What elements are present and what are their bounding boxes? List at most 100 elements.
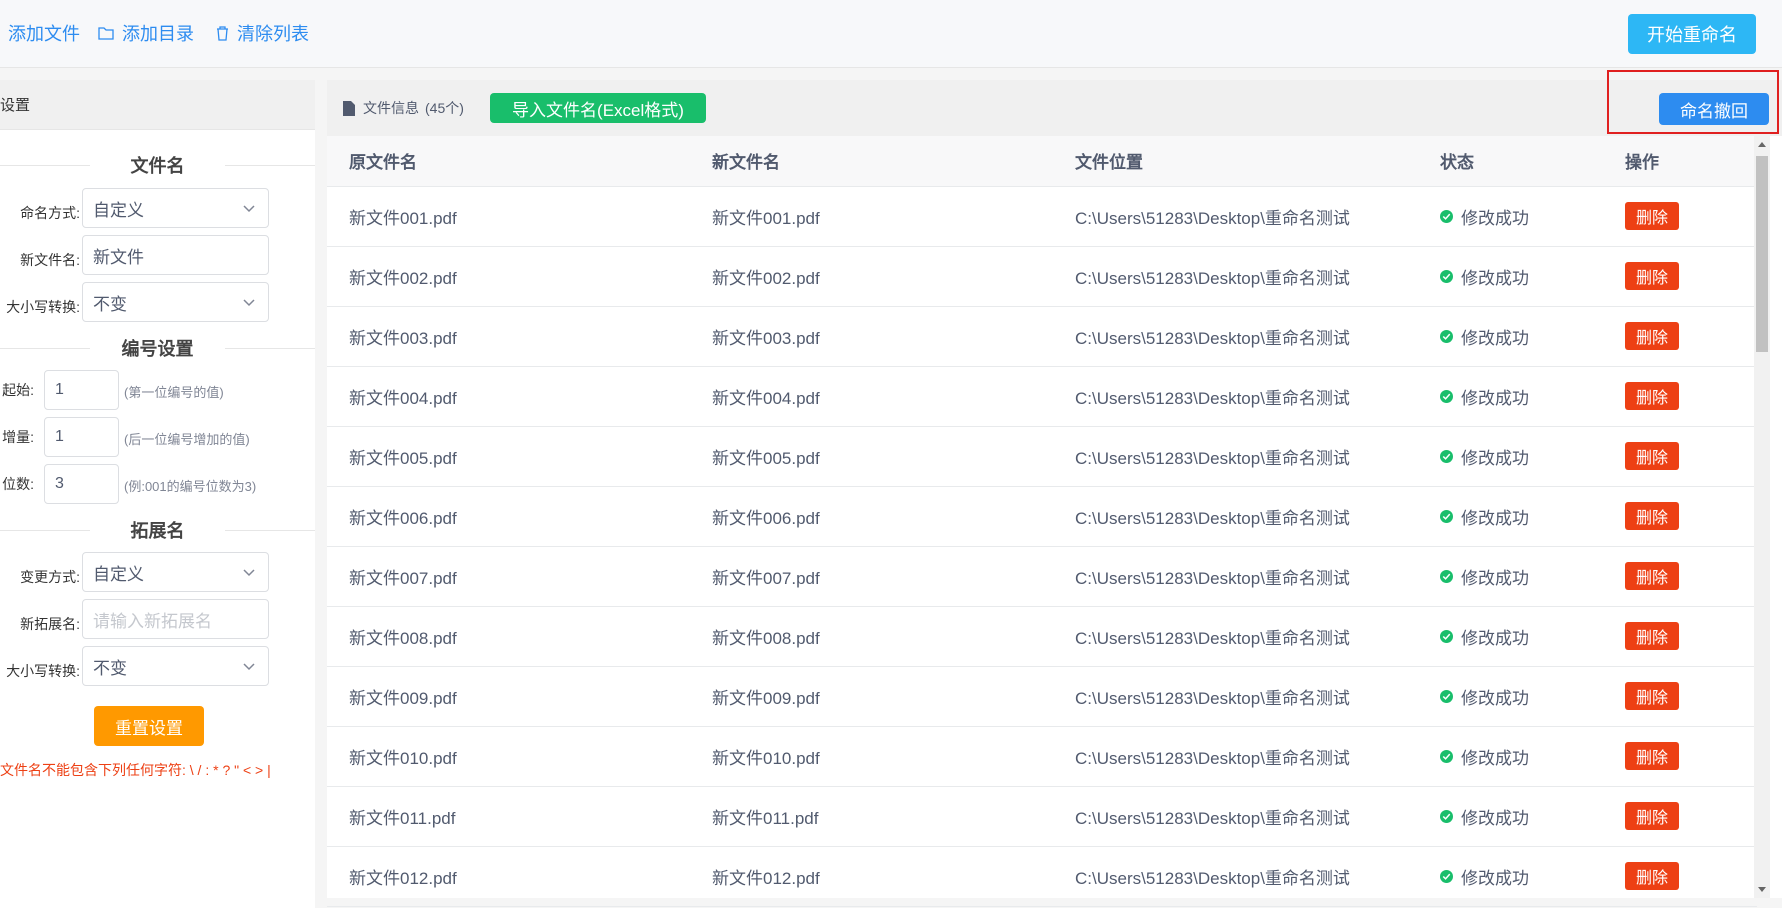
status-text: 修改成功 — [1461, 328, 1529, 348]
col-status[interactable]: 状态 — [1418, 136, 1603, 187]
table-row[interactable]: 新文件006.pdf 新文件006.pdf C:\Users\51283\Deskt… — [327, 486, 1757, 547]
table-row[interactable]: 新文件011.pdf 新文件011.pdf C:\Users\51283\Deskt… — [327, 786, 1757, 847]
col-location[interactable]: 文件位置 — [1053, 136, 1418, 187]
import-excel-button[interactable]: 导入文件名(Excel格式) — [490, 93, 706, 123]
file-info: 文件信息 (45个) — [343, 98, 464, 118]
action-cell: 删除 — [1603, 186, 1757, 247]
delete-button[interactable]: 删除 — [1625, 382, 1679, 410]
start-value: 1 — [55, 381, 64, 398]
undo-rename-button[interactable]: 命名撤回 — [1659, 93, 1769, 125]
status-cell: 修改成功 — [1418, 486, 1603, 547]
reset-settings-button[interactable]: 重置设置 — [94, 706, 204, 746]
scroll-up-arrow[interactable] — [1758, 142, 1766, 147]
status-text: 修改成功 — [1461, 448, 1529, 468]
table-row[interactable]: 新文件008.pdf 新文件008.pdf C:\Users\51283\Deskt… — [327, 606, 1757, 667]
delete-button[interactable]: 删除 — [1625, 622, 1679, 650]
check-circle-icon — [1440, 869, 1453, 883]
clear-list-button[interactable]: 清除列表 — [216, 20, 309, 46]
check-circle-icon — [1440, 389, 1453, 403]
new-ext-input[interactable]: 请输入新拓展名 — [82, 599, 269, 639]
original-name-cell: 新文件008.pdf — [327, 606, 690, 667]
action-cell: 删除 — [1603, 846, 1757, 907]
original-name-cell: 新文件004.pdf — [327, 366, 690, 427]
table-row[interactable]: 新文件004.pdf 新文件004.pdf C:\Users\51283\Deskt… — [327, 366, 1757, 427]
check-circle-icon — [1440, 629, 1453, 643]
status-text: 修改成功 — [1461, 628, 1529, 648]
table-row[interactable]: 新文件010.pdf 新文件010.pdf C:\Users\51283\Deskt… — [327, 726, 1757, 787]
delete-button[interactable]: 删除 — [1625, 202, 1679, 230]
case-label: 大小写转换: — [6, 299, 80, 315]
status-text: 修改成功 — [1461, 688, 1529, 708]
status-cell: 修改成功 — [1418, 186, 1603, 247]
add-file-button[interactable]: 添加文件 — [8, 20, 80, 46]
table-row[interactable]: 新文件007.pdf 新文件007.pdf C:\Users\51283\Deskt… — [327, 546, 1757, 607]
start-hint: (第一位编号的值) — [124, 385, 224, 400]
file-count: (45个) — [425, 100, 464, 116]
change-method-select[interactable]: 自定义 — [82, 552, 269, 592]
ext-case-label: 大小写转换: — [6, 663, 80, 679]
location-cell: C:\Users\51283\Desktop\重命名测试 — [1053, 186, 1418, 247]
col-original-name[interactable]: 原文件名 — [327, 136, 690, 187]
new-name-cell: 新文件006.pdf — [690, 486, 1053, 547]
case-select[interactable]: 不变 — [82, 282, 269, 322]
location-cell: C:\Users\51283\Desktop\重命名测试 — [1053, 246, 1418, 307]
table-row[interactable]: 新文件005.pdf 新文件005.pdf C:\Users\51283\Deskt… — [327, 426, 1757, 487]
delete-button[interactable]: 删除 — [1625, 442, 1679, 470]
status-cell: 修改成功 — [1418, 426, 1603, 487]
delete-button[interactable]: 删除 — [1625, 562, 1679, 590]
case-value: 不变 — [93, 294, 127, 314]
original-name-cell: 新文件006.pdf — [327, 486, 690, 547]
delete-button[interactable]: 删除 — [1625, 322, 1679, 350]
check-circle-icon — [1440, 449, 1453, 463]
scroll-thumb[interactable] — [1756, 156, 1768, 352]
digits-input[interactable]: 3 — [44, 464, 119, 504]
delete-button[interactable]: 删除 — [1625, 502, 1679, 530]
digits-label: 位数: — [2, 476, 34, 492]
table-row[interactable]: 新文件001.pdf 新文件001.pdf C:\Users\51283\Deskt… — [327, 186, 1757, 247]
delete-button[interactable]: 删除 — [1625, 742, 1679, 770]
delete-button[interactable]: 删除 — [1625, 682, 1679, 710]
location-cell: C:\Users\51283\Desktop\重命名测试 — [1053, 726, 1418, 787]
new-name-cell: 新文件001.pdf — [690, 186, 1053, 247]
new-ext-placeholder: 请输入新拓展名 — [93, 611, 212, 631]
step-input[interactable]: 1 — [44, 417, 119, 457]
col-new-name[interactable]: 新文件名 — [690, 136, 1053, 187]
new-filename-label: 新文件名: — [20, 252, 80, 268]
add-file-label: 添加文件 — [8, 24, 80, 44]
action-cell: 删除 — [1603, 666, 1757, 727]
table-scrollbar[interactable] — [1754, 136, 1770, 898]
clear-list-label: 清除列表 — [237, 24, 309, 44]
delete-button[interactable]: 删除 — [1625, 802, 1679, 830]
new-name-cell: 新文件012.pdf — [690, 846, 1053, 907]
status-cell: 修改成功 — [1418, 546, 1603, 607]
table-row[interactable]: 新文件009.pdf 新文件009.pdf C:\Users\51283\Deskt… — [327, 666, 1757, 727]
action-cell: 删除 — [1603, 426, 1757, 487]
scroll-down-arrow[interactable] — [1758, 887, 1766, 892]
location-cell: C:\Users\51283\Desktop\重命名测试 — [1053, 786, 1418, 847]
start-rename-button[interactable]: 开始重命名 — [1628, 14, 1756, 54]
location-cell: C:\Users\51283\Desktop\重命名测试 — [1053, 486, 1418, 547]
table-row[interactable]: 新文件002.pdf 新文件002.pdf C:\Users\51283\Deskt… — [327, 246, 1757, 307]
status-text: 修改成功 — [1461, 868, 1529, 888]
delete-button[interactable]: 删除 — [1625, 262, 1679, 290]
settings-panel: 设置 文件名 命名方式: 自定义 新文件名: 新文件 大小写转换: 不变 编号设… — [0, 80, 315, 908]
chevron-down-icon — [243, 299, 255, 307]
file-info-label: 文件信息 — [363, 100, 419, 116]
new-name-cell: 新文件008.pdf — [690, 606, 1053, 667]
delete-button[interactable]: 删除 — [1625, 862, 1679, 890]
status-cell: 修改成功 — [1418, 666, 1603, 727]
action-cell: 删除 — [1603, 606, 1757, 667]
table-row[interactable]: 新文件012.pdf 新文件012.pdf C:\Users\51283\Deskt… — [327, 846, 1757, 907]
start-input[interactable]: 1 — [44, 370, 119, 410]
check-circle-icon — [1440, 209, 1453, 223]
add-dir-button[interactable]: 添加目录 — [98, 20, 194, 46]
ext-case-select[interactable]: 不变 — [82, 646, 269, 686]
new-filename-input[interactable]: 新文件 — [82, 235, 269, 275]
start-label: 起始: — [2, 382, 34, 398]
table-row[interactable]: 新文件003.pdf 新文件003.pdf C:\Users\51283\Deskt… — [327, 306, 1757, 367]
col-actions[interactable]: 操作 — [1603, 136, 1757, 187]
action-cell: 删除 — [1603, 366, 1757, 427]
folder-icon — [98, 27, 114, 40]
naming-method-select[interactable]: 自定义 — [82, 188, 269, 228]
location-cell: C:\Users\51283\Desktop\重命名测试 — [1053, 546, 1418, 607]
